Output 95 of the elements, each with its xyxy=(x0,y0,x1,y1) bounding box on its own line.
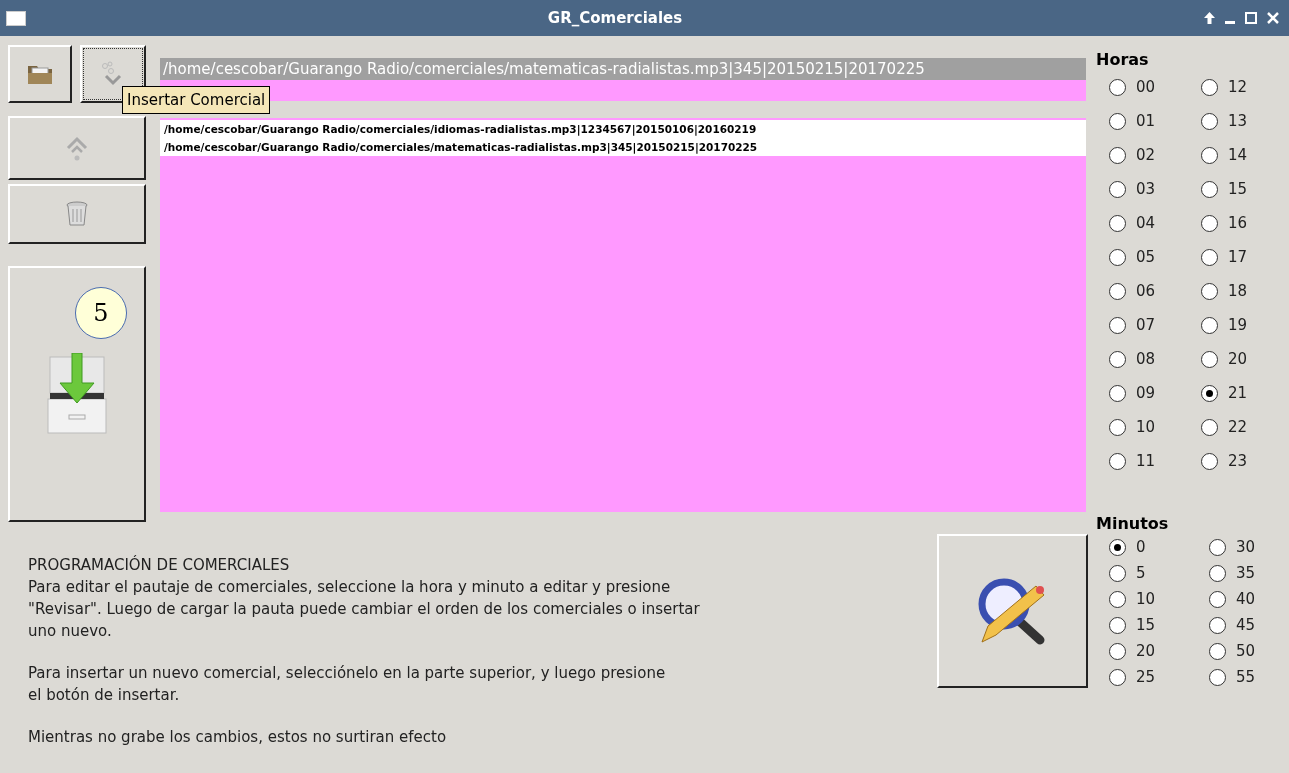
radio-label: 25 xyxy=(1136,666,1156,688)
description-text: Para editar el pautaje de comerciales, seleccione la hora y minuto a editar y presione "Revisar". Luego de cargar la pauta puede cambiar el orden de los comerciales o insertar uno nuevo. xyxy=(28,577,701,642)
radio-label: 0 xyxy=(1136,536,1146,558)
radio-label: 23 xyxy=(1228,450,1248,472)
close-icon[interactable] xyxy=(1267,12,1279,24)
radio-button[interactable] xyxy=(1109,642,1126,660)
radio-label: 15 xyxy=(1228,178,1248,200)
radio-button[interactable] xyxy=(1109,418,1126,436)
radio-label: 13 xyxy=(1228,110,1248,132)
description-heading: PROGRAMACIÓN DE COMERCIALES xyxy=(28,554,291,576)
radio-button[interactable] xyxy=(1201,452,1218,470)
radio-label: 21 xyxy=(1228,382,1248,404)
description-text: Mientras no grabe los cambios, estos no surtiran efecto xyxy=(28,727,448,748)
maximize-icon[interactable] xyxy=(1245,12,1257,24)
radio-button[interactable] xyxy=(1201,384,1218,402)
radio-button[interactable] xyxy=(1109,538,1126,556)
radio-label: 02 xyxy=(1136,144,1156,166)
radio-button[interactable] xyxy=(1109,616,1126,634)
radio-button[interactable] xyxy=(1109,384,1126,402)
up-button[interactable] xyxy=(8,116,146,180)
trash-icon xyxy=(66,201,88,227)
radio-button[interactable] xyxy=(1109,282,1126,300)
radio-button[interactable] xyxy=(1209,642,1226,660)
radio-button[interactable] xyxy=(1201,350,1218,368)
window-icon xyxy=(6,10,26,26)
radio-label: 11 xyxy=(1136,450,1156,472)
radio-label: 10 xyxy=(1136,416,1156,438)
radio-button[interactable] xyxy=(1209,564,1226,582)
radio-label: 09 xyxy=(1136,382,1156,404)
radio-button[interactable] xyxy=(1109,78,1126,96)
radio-label: 08 xyxy=(1136,348,1156,370)
radio-label: 40 xyxy=(1236,588,1256,610)
radio-label: 00 xyxy=(1136,76,1156,98)
tooltip: Insertar Comercial xyxy=(122,86,271,114)
radio-label: 17 xyxy=(1228,246,1248,268)
hours-heading: Horas xyxy=(1096,50,1150,70)
radio-button[interactable] xyxy=(1109,452,1126,470)
arrow-up-icon[interactable] xyxy=(1204,12,1215,24)
radio-label: 05 xyxy=(1136,246,1156,268)
schedule-list-item[interactable]: /home/cescobar/Guarango Radio/comerciales/matematicas-radialistas.mp3|345|20150215|20170225 xyxy=(160,138,1086,156)
radio-button[interactable] xyxy=(1109,180,1126,198)
radio-button[interactable] xyxy=(1201,418,1218,436)
window-title: GR_Comerciales xyxy=(546,7,684,29)
radio-button[interactable] xyxy=(1209,616,1226,634)
radio-label: 22 xyxy=(1228,416,1248,438)
radio-button[interactable] xyxy=(1201,214,1218,232)
radio-button[interactable] xyxy=(1209,590,1226,608)
radio-button[interactable] xyxy=(1201,78,1218,96)
radio-label: 04 xyxy=(1136,212,1156,234)
radio-button[interactable] xyxy=(1109,350,1126,368)
radio-label: 20 xyxy=(1136,640,1156,662)
radio-label: 50 xyxy=(1236,640,1256,662)
radio-label: 5 xyxy=(1136,562,1146,584)
save-button[interactable] xyxy=(8,266,146,522)
radio-label: 01 xyxy=(1136,110,1156,132)
radio-label: 19 xyxy=(1228,314,1248,336)
radio-button[interactable] xyxy=(1109,146,1126,164)
radio-label: 55 xyxy=(1236,666,1256,688)
radio-label: 35 xyxy=(1236,562,1256,584)
radio-button[interactable] xyxy=(1109,668,1126,686)
radio-button[interactable] xyxy=(1109,214,1126,232)
radio-button[interactable] xyxy=(1201,112,1218,130)
folder-icon xyxy=(27,63,53,85)
schedule-list-item[interactable]: /home/cescobar/Guarango Radio/comerciales/idiomas-radialistas.mp3|1234567|20150106|20160219 xyxy=(160,120,1086,138)
radio-label: 06 xyxy=(1136,280,1156,302)
cabinet-download-icon xyxy=(46,353,108,435)
radio-button[interactable] xyxy=(1209,538,1226,556)
radio-label: 07 xyxy=(1136,314,1156,336)
open-button[interactable] xyxy=(8,45,72,103)
radio-button[interactable] xyxy=(1109,248,1126,266)
radio-label: 16 xyxy=(1228,212,1248,234)
radio-button[interactable] xyxy=(1201,180,1218,198)
radio-label: 03 xyxy=(1136,178,1156,200)
delete-button[interactable] xyxy=(8,184,146,244)
radio-button[interactable] xyxy=(1201,146,1218,164)
review-button[interactable] xyxy=(937,534,1088,688)
radio-button[interactable] xyxy=(1109,112,1126,130)
radio-label: 30 xyxy=(1236,536,1256,558)
minutes-heading: Minutos xyxy=(1095,514,1170,534)
radio-button[interactable] xyxy=(1201,316,1218,334)
radio-label: 15 xyxy=(1136,614,1156,636)
radio-button[interactable] xyxy=(1109,590,1126,608)
radio-label: 20 xyxy=(1228,348,1248,370)
radio-button[interactable] xyxy=(1201,248,1218,266)
radio-label: 18 xyxy=(1228,280,1248,302)
radio-label: 45 xyxy=(1236,614,1256,636)
description-text: Para insertar un nuevo comercial, selecciónelo en la parte superior, y luego presione el botón de insertar. xyxy=(28,663,667,706)
radio-button[interactable] xyxy=(1201,282,1218,300)
radio-button[interactable] xyxy=(1109,316,1126,334)
chevron-up-icon xyxy=(65,134,89,162)
radio-button[interactable] xyxy=(1209,668,1226,686)
radio-label: 10 xyxy=(1136,588,1156,610)
radio-label: 12 xyxy=(1228,76,1248,98)
radio-label: 14 xyxy=(1228,144,1248,166)
radio-button[interactable] xyxy=(1109,564,1126,582)
